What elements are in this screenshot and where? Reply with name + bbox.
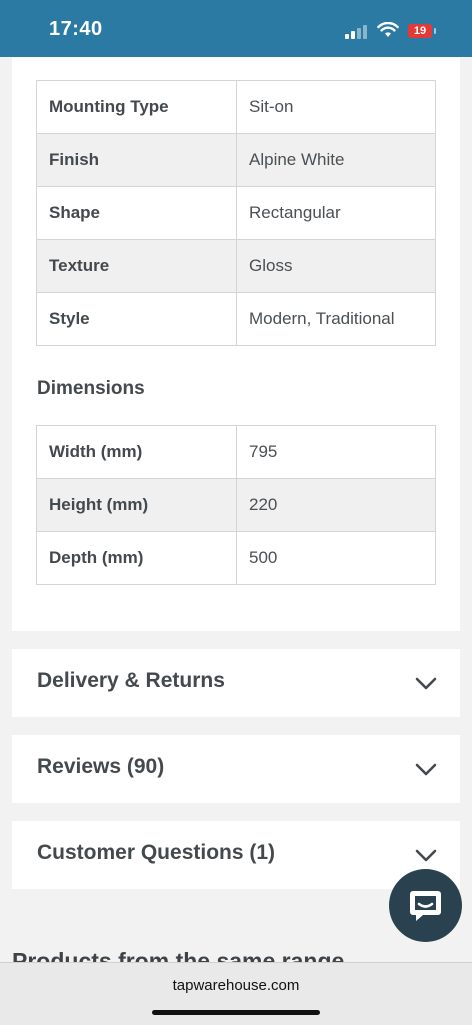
row-value: Alpine White <box>236 133 436 187</box>
row-label: Width (mm) <box>36 425 237 479</box>
status-bar: 17:40 19 <box>0 0 472 57</box>
url-text: tapwarehouse.com <box>172 977 300 994</box>
battery-indicator: 19 <box>408 24 432 38</box>
row-value: 795 <box>236 425 436 479</box>
accordion-title: Customer Questions (1) <box>37 841 276 864</box>
table-row: Height (mm) 220 <box>36 478 436 532</box>
table-row: Width (mm) 795 <box>36 425 436 479</box>
dimensions-heading: Dimensions <box>37 378 145 399</box>
accordion-title: Delivery & Returns <box>37 669 225 692</box>
row-label: Style <box>36 292 237 346</box>
home-indicator <box>152 1010 320 1015</box>
accordion-delivery-returns[interactable]: Delivery & Returns <box>12 649 460 717</box>
row-value: Gloss <box>236 239 436 293</box>
wifi-icon <box>377 22 399 37</box>
table-row: Texture Gloss <box>36 239 436 293</box>
status-time: 17:40 <box>49 18 103 40</box>
chevron-down-icon <box>415 677 437 690</box>
specifications-table: Mounting Type Sit-on Finish Alpine White Sha… <box>36 80 436 346</box>
row-value: 220 <box>236 478 436 532</box>
browser-address-bar[interactable]: tapwarehouse.com <box>0 962 472 1025</box>
row-label: Height (mm) <box>36 478 237 532</box>
table-row: Shape Rectangular <box>36 186 436 240</box>
row-value: Sit-on <box>236 80 436 134</box>
row-label: Shape <box>36 186 237 240</box>
table-row: Style Modern, Traditional <box>36 292 436 346</box>
table-row: Mounting Type Sit-on <box>36 80 436 134</box>
row-value: 500 <box>236 531 436 585</box>
chat-bubble-icon <box>410 891 441 921</box>
chevron-down-icon <box>415 849 437 862</box>
signal-icon <box>345 25 369 39</box>
chat-button[interactable] <box>389 869 462 942</box>
accordion-reviews[interactable]: Reviews (90) <box>12 735 460 803</box>
row-label: Finish <box>36 133 237 187</box>
chevron-down-icon <box>415 763 437 776</box>
same-range-heading: Products from the same range <box>12 948 345 962</box>
accordion-customer-questions[interactable]: Customer Questions (1) <box>12 821 460 889</box>
accordion-title: Reviews (90) <box>37 755 165 778</box>
row-label: Texture <box>36 239 237 293</box>
table-row: Finish Alpine White <box>36 133 436 187</box>
row-value: Modern, Traditional <box>236 292 436 346</box>
dimensions-table: Width (mm) 795 Height (mm) 220 Depth (mm) 500 <box>36 425 436 585</box>
row-label: Mounting Type <box>36 80 237 134</box>
row-label: Depth (mm) <box>36 531 237 585</box>
row-value: Rectangular <box>236 186 436 240</box>
table-row: Depth (mm) 500 <box>36 531 436 585</box>
battery-cap <box>434 28 436 34</box>
